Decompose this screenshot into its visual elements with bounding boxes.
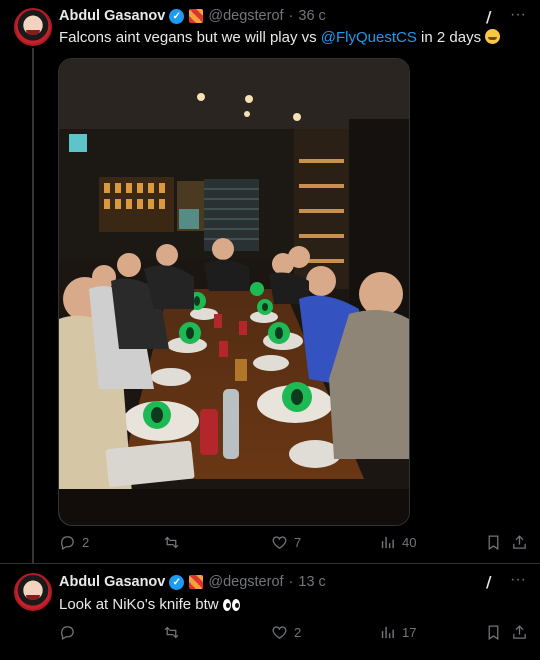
affiliate-badge-icon xyxy=(189,575,204,589)
timestamp[interactable]: 36 с xyxy=(298,8,325,24)
tweet-text-prefix: Falcons aint vegans but we will play vs xyxy=(59,29,321,46)
bookmark-icon xyxy=(488,535,499,551)
reply-icon xyxy=(61,626,74,641)
tweet-text-suffix: in 2 days xyxy=(416,29,482,46)
like-icon xyxy=(272,536,287,549)
author-handle[interactable]: @degsterof xyxy=(208,574,283,590)
views-button[interactable]: 40 xyxy=(379,534,416,551)
reply-button[interactable]: 2 xyxy=(59,534,89,551)
separator-dot: · xyxy=(288,8,294,24)
share-button[interactable] xyxy=(511,624,528,641)
author-name[interactable]: Abdul Gasanov xyxy=(59,574,165,590)
action-bar: 2 17 xyxy=(59,624,529,644)
affiliate-badge-icon xyxy=(189,9,204,23)
reply-icon xyxy=(61,536,74,551)
retweet-button[interactable] xyxy=(163,624,186,641)
views-count: 17 xyxy=(402,625,417,640)
retweet-icon xyxy=(164,536,179,549)
eyes-emoji-icon xyxy=(222,599,240,611)
views-count: 40 xyxy=(402,535,417,550)
grinning-face-emoji-icon xyxy=(485,29,501,44)
author-handle[interactable]: @degsterof xyxy=(208,8,283,24)
more-icon[interactable]: ··· xyxy=(510,572,528,591)
reply-count: 2 xyxy=(82,535,90,550)
like-count: 2 xyxy=(294,625,302,640)
restaurant-photo xyxy=(59,59,409,525)
tweet-text: Look at NiKo's knife btw xyxy=(59,596,240,613)
views-button[interactable]: 17 xyxy=(379,624,416,641)
share-icon xyxy=(513,535,526,549)
views-icon xyxy=(381,626,394,639)
tweet-2[interactable]: Abdul Gasanov ✓ @degsterof · 13 с / ··· … xyxy=(0,563,540,660)
verified-badge-icon: ✓ xyxy=(169,574,185,590)
retweet-icon xyxy=(164,626,179,639)
action-bar: 2 7 40 xyxy=(59,534,529,554)
like-button[interactable]: 7 xyxy=(271,534,301,551)
retweet-button[interactable] xyxy=(163,534,186,551)
like-icon xyxy=(272,626,287,639)
timestamp[interactable]: 13 с xyxy=(298,574,325,590)
avatar[interactable] xyxy=(14,8,52,46)
like-count: 7 xyxy=(294,535,302,550)
tweet-text-body: Look at NiKo's knife btw xyxy=(59,596,219,613)
author-name[interactable]: Abdul Gasanov xyxy=(59,8,165,24)
bookmark-button[interactable] xyxy=(485,534,502,551)
like-button[interactable]: 2 xyxy=(271,624,301,641)
tweet-header: Abdul Gasanov ✓ @degsterof · 36 с xyxy=(59,6,326,26)
thread-line xyxy=(32,48,34,563)
separator-dot: · xyxy=(288,574,294,590)
avatar[interactable] xyxy=(14,573,52,611)
tweet-text: Falcons aint vegans but we will play vs … xyxy=(59,29,501,46)
tweet-1[interactable]: Abdul Gasanov ✓ @degsterof · 36 с / ··· … xyxy=(0,0,540,564)
views-icon xyxy=(381,536,394,549)
grok-icon[interactable]: / xyxy=(486,8,502,26)
more-icon[interactable]: ··· xyxy=(510,7,528,26)
bookmark-button[interactable] xyxy=(485,624,502,641)
share-button[interactable] xyxy=(511,534,528,551)
tweet-header: Abdul Gasanov ✓ @degsterof · 13 с xyxy=(59,572,326,592)
mention-link[interactable]: @FlyQuestCS xyxy=(321,29,417,46)
bookmark-icon xyxy=(488,625,499,641)
grok-icon[interactable]: / xyxy=(486,573,502,591)
share-icon xyxy=(513,625,526,639)
verified-badge-icon: ✓ xyxy=(169,8,185,24)
reply-button[interactable] xyxy=(59,624,82,641)
tweet-photo[interactable] xyxy=(58,58,410,526)
